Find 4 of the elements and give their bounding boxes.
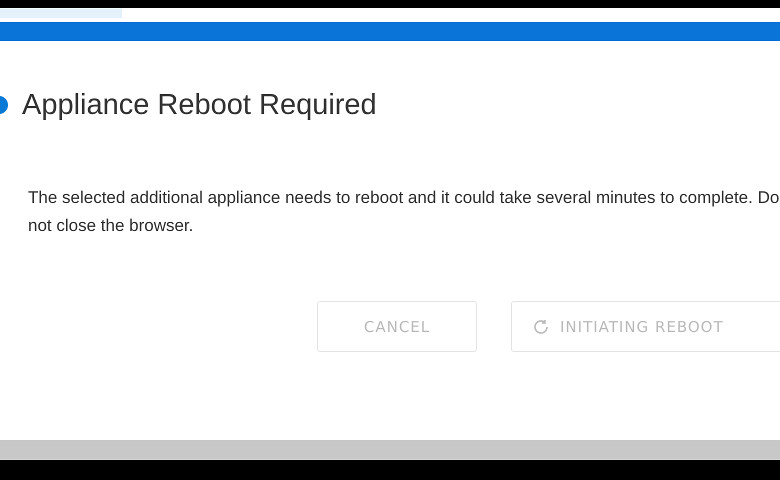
dialog-title: Appliance Reboot Required [22,88,377,122]
spinner-icon [532,318,550,336]
browser-tab[interactable] [0,8,122,18]
dialog-message: The selected additional appliance needs to reboot and it could take several minutes to complete. Do not close the browser. [28,187,780,237]
